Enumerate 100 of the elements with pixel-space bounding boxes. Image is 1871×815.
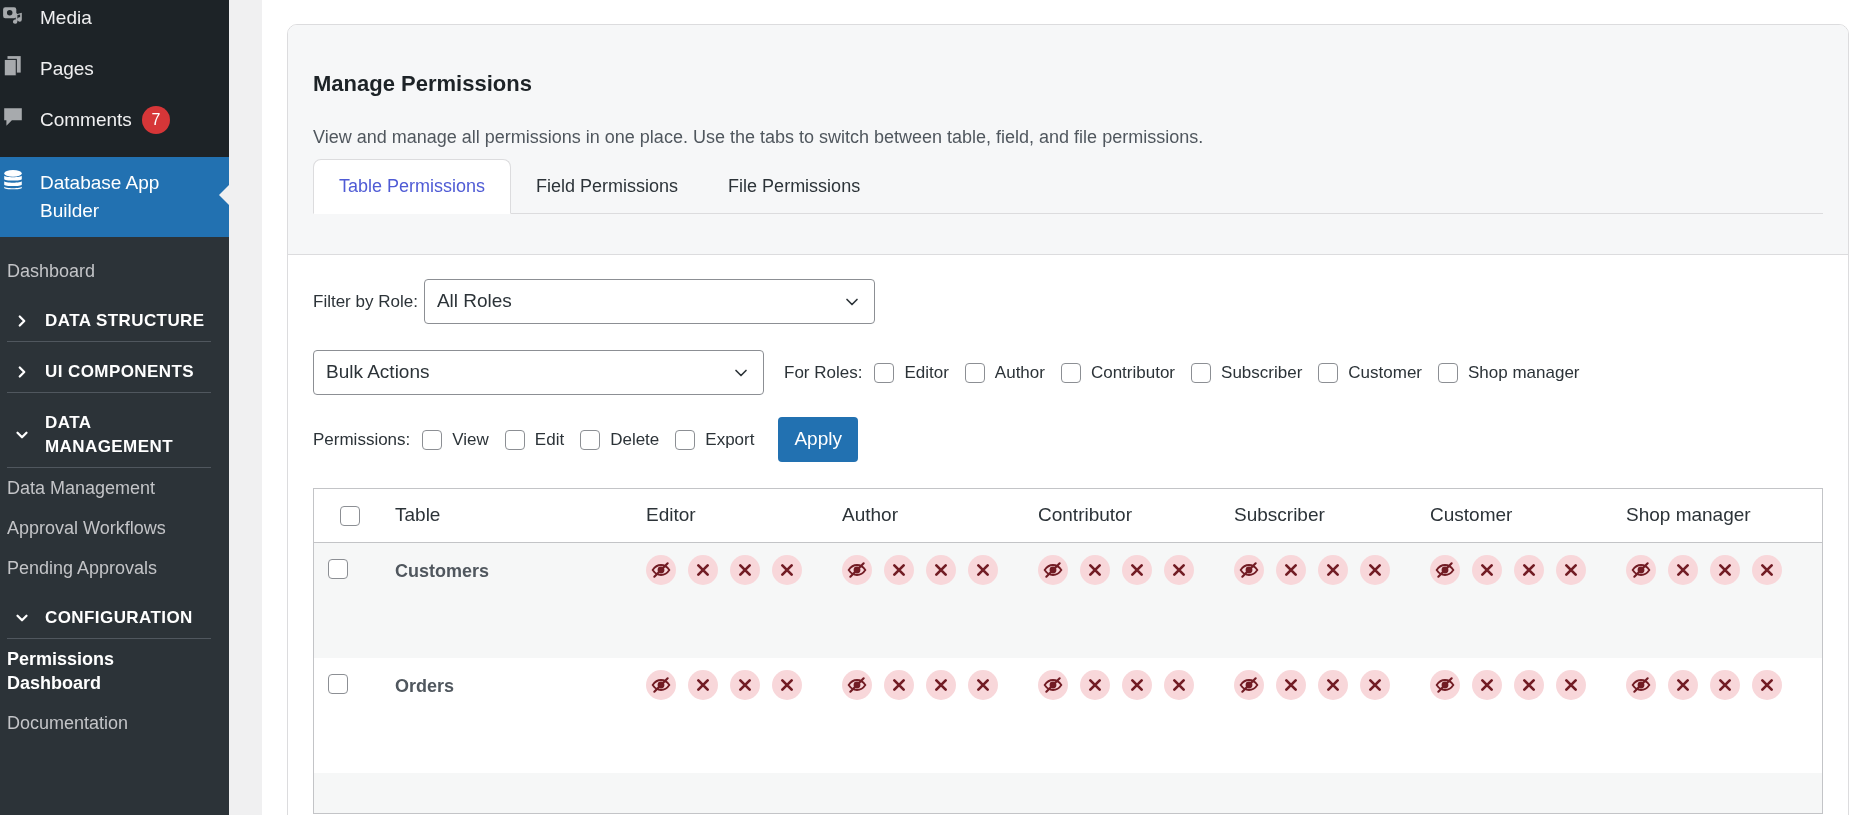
submenu-section[interactable]: UI COMPONENTS	[7, 352, 211, 393]
sidebar-menu-item[interactable]: Comments 7	[0, 106, 229, 157]
cross-icon[interactable]	[772, 670, 802, 700]
cross-icon[interactable]	[1360, 555, 1390, 585]
cross-icon[interactable]	[730, 555, 760, 585]
cross-icon[interactable]	[1360, 670, 1390, 700]
role-filter-dropdown[interactable]: All Roles	[423, 279, 875, 324]
role-checkbox[interactable]	[1191, 362, 1212, 383]
sidebar-menu-item[interactable]: Pages	[0, 55, 229, 106]
eye-slash-icon[interactable]	[842, 670, 872, 700]
select-all-checkbox[interactable]	[340, 505, 360, 526]
cross-icon[interactable]	[1710, 555, 1740, 585]
cross-icon[interactable]	[926, 670, 956, 700]
permission-checkbox[interactable]	[580, 429, 601, 450]
cross-icon[interactable]	[1164, 670, 1194, 700]
table-name: Customers	[395, 560, 491, 583]
cross-icon[interactable]	[1710, 670, 1740, 700]
row-checkbox[interactable]	[328, 674, 348, 694]
row-checkbox[interactable]	[328, 559, 348, 579]
cross-icon[interactable]	[1318, 670, 1348, 700]
eye-slash-icon[interactable]	[646, 555, 676, 585]
eye-slash-icon[interactable]	[1430, 670, 1460, 700]
menu-label: Pages	[40, 57, 94, 81]
eye-slash-icon[interactable]	[842, 555, 872, 585]
apply-button[interactable]: Apply	[778, 417, 858, 462]
panel-description: View and manage all permissions in one place. Use the tabs to switch between table, field, and file permissions.	[313, 126, 1205, 149]
submenu-section[interactable]: CONFIGURATION	[7, 598, 211, 639]
eye-slash-icon[interactable]	[646, 670, 676, 700]
sidebar-menu-item[interactable]: Database App Builder	[0, 157, 229, 237]
submenu-link[interactable]: Approval Workflows	[7, 508, 197, 548]
cross-icon[interactable]	[688, 555, 718, 585]
eye-slash-icon[interactable]	[1234, 555, 1264, 585]
role-checkbox[interactable]	[1318, 362, 1339, 383]
eye-slash-icon[interactable]	[1234, 670, 1264, 700]
cross-icon[interactable]	[1556, 555, 1586, 585]
checkbox-label: Export	[705, 428, 755, 451]
role-checkbox[interactable]	[1060, 362, 1081, 383]
cross-icon[interactable]	[1122, 670, 1152, 700]
submenu-link[interactable]: Pending Approvals	[7, 548, 197, 588]
cross-icon[interactable]	[1752, 555, 1782, 585]
eye-slash-icon[interactable]	[1038, 555, 1068, 585]
role-checkbox[interactable]	[964, 362, 985, 383]
cross-icon[interactable]	[1472, 555, 1502, 585]
bulk-actions-dropdown[interactable]: Bulk Actions	[313, 350, 764, 395]
role-checkbox[interactable]	[1438, 362, 1458, 383]
menu-label: Comments	[40, 108, 132, 132]
column-header: Shop manager	[1626, 503, 1752, 528]
column-header: Table	[395, 503, 442, 528]
permission-checkbox[interactable]	[675, 429, 696, 450]
cross-icon[interactable]	[968, 670, 998, 700]
tab[interactable]: Field Permissions	[511, 159, 704, 214]
cross-icon[interactable]	[1668, 670, 1698, 700]
current-pointer	[219, 185, 229, 205]
checkbox-label: View	[452, 428, 489, 451]
eye-slash-icon[interactable]	[1430, 555, 1460, 585]
cross-icon[interactable]	[1514, 670, 1544, 700]
column-header: Author	[842, 503, 899, 528]
cross-icon[interactable]	[884, 670, 914, 700]
permissions-label: Permissions:	[313, 428, 411, 451]
submenu-link[interactable]: Dashboard	[7, 251, 197, 291]
sidebar-menu-item[interactable]: Media	[0, 4, 229, 55]
cross-icon[interactable]	[730, 670, 760, 700]
table-name: Orders	[395, 675, 456, 698]
role-checkbox[interactable]	[874, 362, 895, 383]
column-header: Editor	[646, 503, 697, 528]
cross-icon[interactable]	[884, 555, 914, 585]
cross-icon[interactable]	[1164, 555, 1194, 585]
cross-icon[interactable]	[926, 555, 956, 585]
checkbox-label: Shop manager	[1468, 361, 1580, 384]
cross-icon[interactable]	[968, 555, 998, 585]
cross-icon[interactable]	[1080, 670, 1110, 700]
checkbox-label: Author	[994, 361, 1045, 384]
column-header: Subscriber	[1234, 503, 1326, 528]
cross-icon[interactable]	[1752, 670, 1782, 700]
cross-icon[interactable]	[1472, 670, 1502, 700]
permission-checkbox[interactable]	[504, 429, 525, 450]
cross-icon[interactable]	[772, 555, 802, 585]
permission-checkbox[interactable]	[422, 429, 443, 450]
submenu-link[interactable]: Permissions Dashboard	[7, 639, 197, 703]
cross-icon[interactable]	[1276, 670, 1306, 700]
cross-icon[interactable]	[1668, 555, 1698, 585]
filter-label: Filter by Role:	[313, 290, 418, 313]
cross-icon[interactable]	[1556, 670, 1586, 700]
eye-slash-icon[interactable]	[1626, 670, 1656, 700]
eye-slash-icon[interactable]	[1038, 670, 1068, 700]
submenu-section[interactable]: DATA STRUCTURE	[7, 301, 211, 342]
eye-slash-icon[interactable]	[1626, 555, 1656, 585]
panel-title: Manage Permissions	[313, 70, 533, 98]
database-icon	[2, 169, 24, 191]
tab[interactable]: Table Permissions	[313, 159, 512, 214]
submenu-section[interactable]: DATA MANAGEMENT	[7, 403, 211, 468]
tab[interactable]: File Permissions	[703, 159, 886, 214]
cross-icon[interactable]	[1514, 555, 1544, 585]
cross-icon[interactable]	[688, 670, 718, 700]
cross-icon[interactable]	[1318, 555, 1348, 585]
cross-icon[interactable]	[1122, 555, 1152, 585]
cross-icon[interactable]	[1080, 555, 1110, 585]
submenu-link[interactable]: Documentation	[7, 703, 197, 743]
submenu-link[interactable]: Data Management	[7, 468, 197, 508]
cross-icon[interactable]	[1276, 555, 1306, 585]
